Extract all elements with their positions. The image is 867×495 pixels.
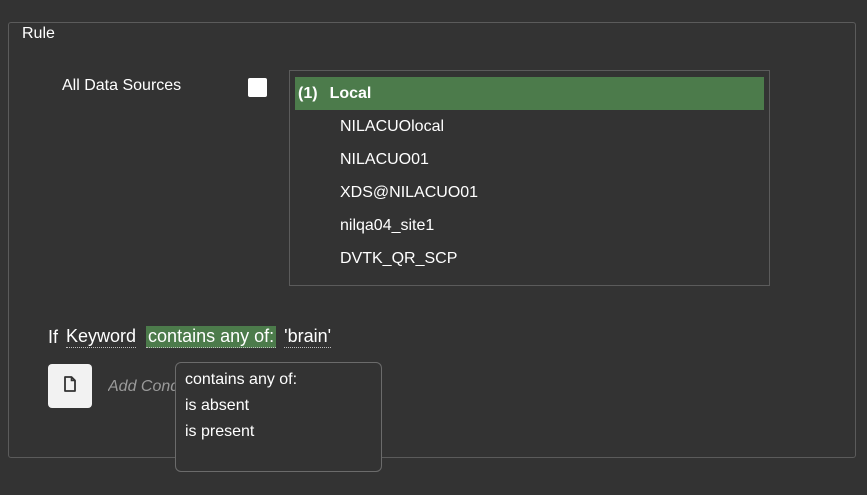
operator-option-is-present[interactable]: is present — [185, 419, 381, 445]
operator-dropdown[interactable]: contains any of: is absent is present — [175, 362, 382, 472]
data-source-item-local[interactable]: (1) Local — [295, 77, 764, 110]
all-data-sources-checkbox[interactable] — [248, 78, 267, 97]
operator-option-is-absent[interactable]: is absent — [185, 393, 381, 419]
data-source-item-nilacuo01[interactable]: NILACUO01 — [295, 143, 764, 176]
data-source-item-nilacuolocal[interactable]: NILACUOlocal — [295, 110, 764, 143]
add-condition-label[interactable]: Add Condition — [108, 378, 176, 396]
data-source-index: (1) — [298, 85, 318, 102]
data-source-item-nilqa04-site1[interactable]: nilqa04_site1 — [295, 209, 764, 242]
data-source-item-dvtk-qr-scp[interactable]: DVTK_QR_SCP — [295, 242, 764, 275]
data-source-label: NILACUOlocal — [340, 118, 445, 135]
data-source-label: Local — [329, 85, 372, 102]
rule-legend: Rule — [19, 25, 58, 43]
document-icon — [63, 375, 77, 397]
data-source-label: nilqa04_site1 — [340, 217, 435, 234]
data-source-item-xds-nilacuo01[interactable]: XDS@NILACUO01 — [295, 176, 764, 209]
data-source-label: NILACUO01 — [340, 151, 429, 168]
condition-value[interactable]: 'brain' — [284, 326, 332, 348]
add-condition-button[interactable] — [48, 364, 92, 408]
condition-operator[interactable]: contains any of: — [146, 326, 277, 348]
top-strip — [0, 0, 867, 23]
condition-row: If Keyword contains any of: 'brain' — [48, 322, 332, 352]
condition-if-label: If — [48, 326, 59, 347]
data-source-list[interactable]: (1) Local NILACUOlocal NILACUO01 XDS@NILA… — [289, 70, 770, 286]
all-data-sources-label: All Data Sources — [62, 77, 182, 94]
data-source-label: DVTK_QR_SCP — [340, 250, 458, 267]
data-source-label: XDS@NILACUO01 — [340, 184, 479, 201]
operator-option-contains-any-of[interactable]: contains any of: — [185, 367, 381, 393]
condition-keyword[interactable]: Keyword — [66, 326, 137, 348]
